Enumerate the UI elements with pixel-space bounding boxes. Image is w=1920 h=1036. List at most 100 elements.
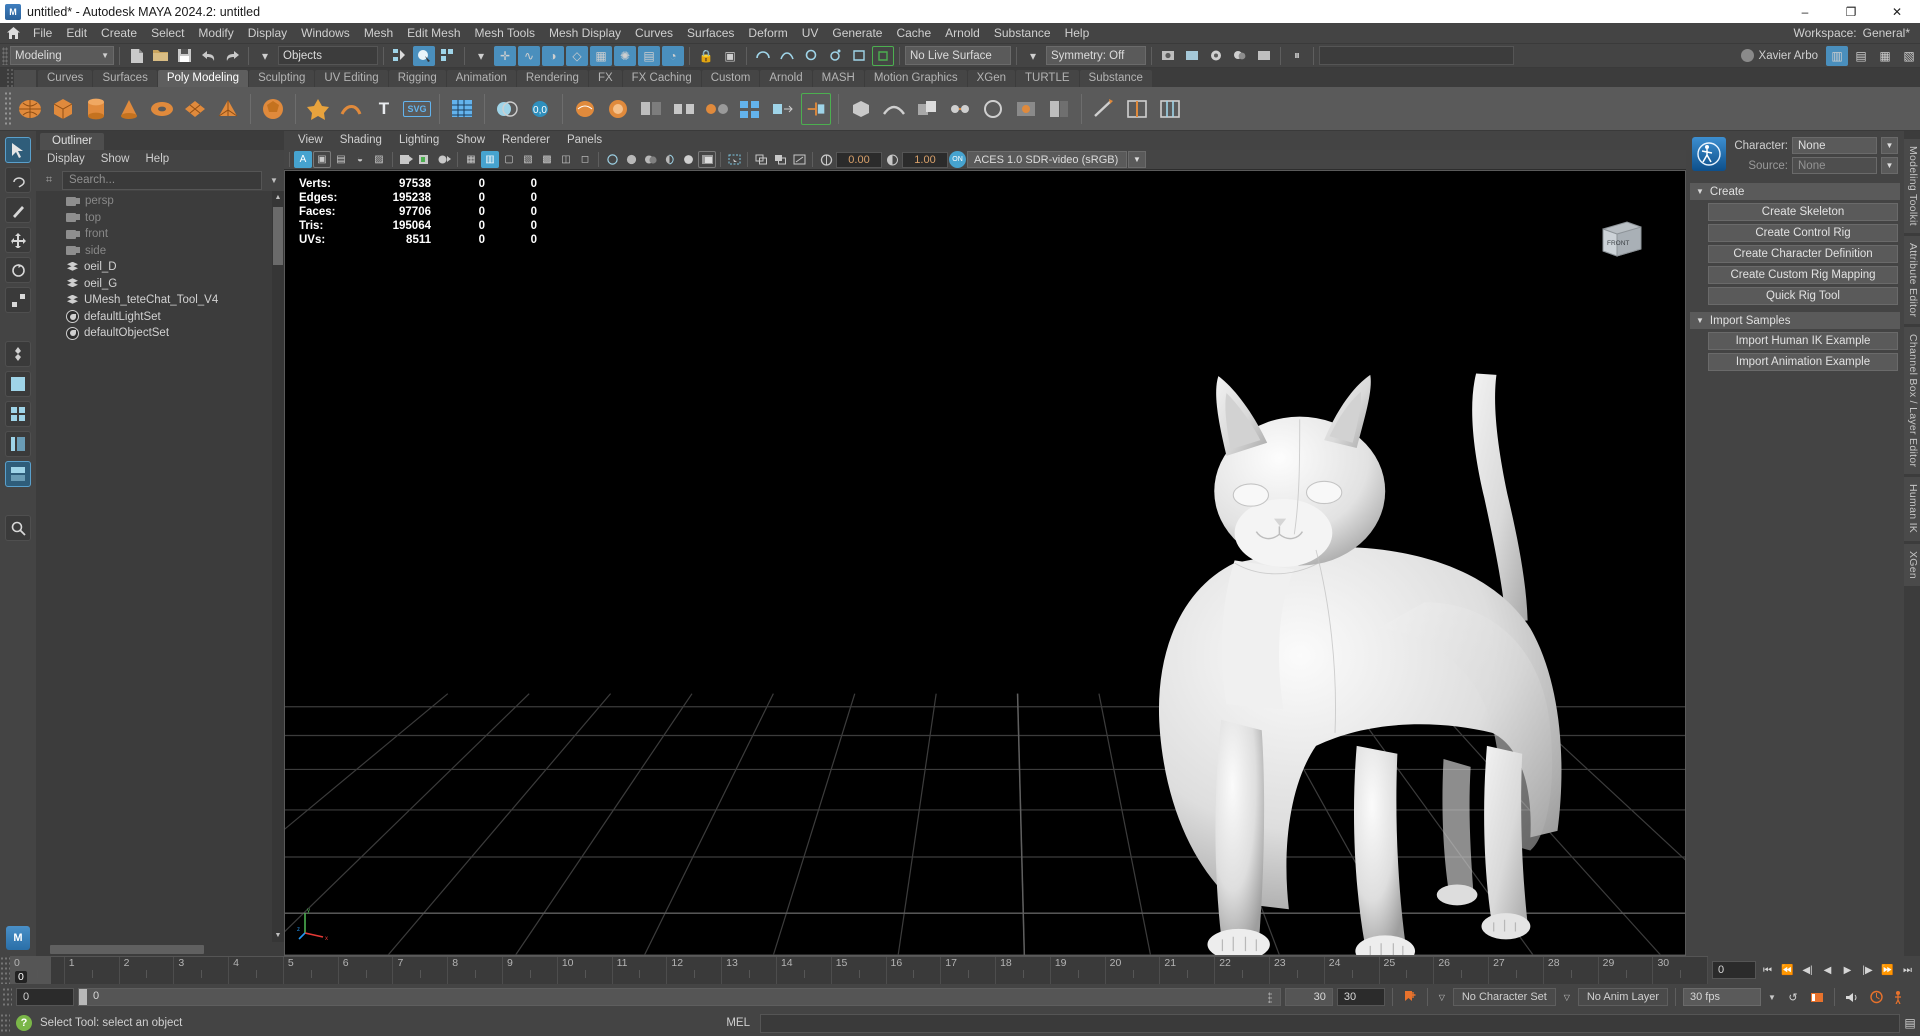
outliner-menu-show[interactable]: Show	[94, 150, 137, 169]
mel-label[interactable]: MEL	[716, 1017, 760, 1029]
mask-handles-icon[interactable]: ✛	[494, 45, 516, 66]
multi-cut-icon[interactable]	[1089, 93, 1119, 125]
smooth-icon[interactable]	[570, 93, 600, 125]
snap-to-view-planes-icon[interactable]	[848, 46, 870, 66]
mask-curves-icon[interactable]: ∿	[518, 45, 540, 66]
mirror-icon[interactable]	[702, 93, 732, 125]
svg-tool-icon[interactable]: SVG	[402, 93, 432, 125]
create-character-definition-button[interactable]: Create Character Definition	[1708, 245, 1898, 263]
fps-field[interactable]: 30 fps	[1683, 988, 1761, 1006]
scale-tool-icon[interactable]	[5, 287, 31, 313]
mask-dynamics-icon[interactable]: ▦	[590, 45, 612, 66]
range-end-field[interactable]: 30	[1336, 988, 1385, 1006]
range-end-display[interactable]: 30	[1284, 988, 1333, 1006]
outliner-tree[interactable]: persp top front side oeil_D oeil_G UMesh…	[36, 191, 284, 942]
shelf-home-tab[interactable]	[14, 70, 36, 87]
scrollbar-thumb[interactable]	[273, 207, 283, 265]
close-button[interactable]: ✕	[1874, 0, 1920, 23]
mel-command-input[interactable]	[760, 1013, 1900, 1033]
mask-menu-icon[interactable]: ▾	[470, 46, 492, 66]
script-editor-icon[interactable]: ▤	[1900, 1013, 1920, 1033]
create-custom-rig-mapping-button[interactable]: Create Custom Rig Mapping	[1708, 266, 1898, 284]
live-surface-field[interactable]: No Live Surface	[905, 46, 1011, 65]
xray-icon[interactable]	[725, 151, 743, 168]
shelf-tab-rigging[interactable]: Rigging	[388, 70, 446, 87]
redo-icon[interactable]	[221, 46, 243, 66]
shelf-tab-poly-modeling[interactable]: Poly Modeling	[157, 70, 249, 87]
snap-to-point-icon[interactable]	[800, 46, 822, 66]
new-scene-icon[interactable]	[125, 46, 147, 66]
gamma-value[interactable]: 1.00	[902, 151, 948, 168]
outliner-horizontal-scrollbar[interactable]	[36, 942, 284, 956]
select-tool-icon[interactable]	[5, 137, 31, 163]
anim-layer-dropdown-icon[interactable]: ▽	[1560, 993, 1574, 1002]
section-import-samples-header[interactable]: ▼ Import Samples	[1690, 312, 1900, 329]
symmetry-field[interactable]: Symmetry: Off	[1046, 46, 1146, 65]
smooth-shade-all-icon[interactable]	[622, 151, 640, 168]
last-tool-icon[interactable]	[5, 341, 31, 367]
camera-attributes-icon[interactable]	[397, 151, 415, 168]
scroll-down-icon[interactable]: ▼	[272, 929, 284, 942]
lock-camera-icon[interactable]	[416, 151, 434, 168]
booleans-icon[interactable]	[492, 93, 522, 125]
lasso-tool-icon[interactable]	[5, 167, 31, 193]
menu-select[interactable]: Select	[144, 23, 191, 44]
tab-attribute-editor[interactable]: Attribute Editor	[1904, 235, 1920, 325]
mask-filter-icon[interactable]: ◔	[662, 45, 684, 66]
step-back-frame-icon[interactable]: ◀|	[1799, 961, 1816, 979]
undo-icon[interactable]	[197, 46, 219, 66]
outliner-item-front[interactable]: front	[36, 226, 284, 243]
append-polygon-icon[interactable]	[1044, 93, 1074, 125]
shelf-tab-sculpting[interactable]: Sculpting	[249, 70, 315, 87]
move-tool-icon[interactable]	[5, 227, 31, 253]
sidebar-panel-icon-3[interactable]: ▦	[1874, 46, 1896, 66]
menu-mesh-tools[interactable]: Mesh Tools	[468, 23, 542, 44]
anim-layer-field[interactable]: No Anim Layer	[1577, 988, 1668, 1006]
playblast-icon[interactable]	[1807, 987, 1827, 1007]
two-d-pan-zoom-icon[interactable]: ◒	[351, 151, 369, 168]
viewport-menu-view[interactable]: View	[290, 131, 331, 150]
safe-title-icon[interactable]: ◻	[576, 151, 594, 168]
quick-search-input[interactable]	[1319, 46, 1514, 65]
play-backwards-icon[interactable]: ◀	[1819, 961, 1836, 979]
menu-display[interactable]: Display	[241, 23, 294, 44]
menu-surfaces[interactable]: Surfaces	[680, 23, 741, 44]
mask-surfaces-icon[interactable]: ◑	[542, 45, 564, 66]
shelf-grip[interactable]	[6, 68, 14, 87]
sidebar-panel-icon-2[interactable]: ▤	[1850, 46, 1872, 66]
shelf-tab-rendering[interactable]: Rendering	[516, 70, 588, 87]
go-to-end-icon[interactable]: ⏭	[1899, 961, 1916, 979]
menu-file[interactable]: File	[26, 23, 59, 44]
outliner-item-umesh-tetechat[interactable]: UMesh_teteChat_Tool_V4	[36, 292, 284, 309]
shelf-tab-fx[interactable]: FX	[588, 70, 622, 87]
outliner-item-defaultlightset[interactable]: defaultLightSet	[36, 309, 284, 326]
go-to-start-icon[interactable]: ⏮	[1759, 961, 1776, 979]
create-skeleton-button[interactable]: Create Skeleton	[1708, 203, 1898, 221]
extract-icon[interactable]	[636, 93, 666, 125]
outliner-item-defaultobjectset[interactable]: defaultObjectSet	[36, 325, 284, 342]
motion-blur-icon[interactable]	[790, 151, 808, 168]
lock-selection-icon[interactable]: 🔒	[695, 46, 717, 66]
shelf-tab-substance[interactable]: Substance	[1079, 70, 1152, 87]
fill-hole-icon[interactable]	[1011, 93, 1041, 125]
shelf-tab-curves[interactable]: Curves	[38, 70, 93, 87]
gate-mask-icon[interactable]: ▧	[519, 151, 537, 168]
shelf-icon-grip[interactable]	[4, 90, 12, 127]
view-cube[interactable]: FRONT	[1597, 219, 1643, 259]
menu-windows[interactable]: Windows	[294, 23, 357, 44]
home-icon[interactable]	[0, 27, 26, 39]
viewport-canvas[interactable]: Verts: 97538 0 0 Edges: 195238 0 0 Faces…	[284, 170, 1686, 956]
create-control-rig-button[interactable]: Create Control Rig	[1708, 224, 1898, 242]
search-icon[interactable]	[5, 515, 31, 541]
menu-edit[interactable]: Edit	[59, 23, 94, 44]
snap-to-projected-center-icon[interactable]	[824, 46, 846, 66]
wireframe-on-shaded-icon[interactable]	[660, 151, 678, 168]
tab-modeling-toolkit[interactable]: Modeling Toolkit	[1904, 139, 1920, 233]
offset-edge-loop-icon[interactable]	[1155, 93, 1185, 125]
outliner-item-oeil-d[interactable]: oeil_D	[36, 259, 284, 276]
ambient-occlusion-icon[interactable]	[771, 151, 789, 168]
mask-misc-icon[interactable]: ▤	[638, 45, 660, 66]
shelf-tab-custom[interactable]: Custom	[701, 70, 760, 87]
exposure-value[interactable]: 0.00	[836, 151, 882, 168]
outliner-search-input[interactable]: Search...	[62, 170, 262, 190]
